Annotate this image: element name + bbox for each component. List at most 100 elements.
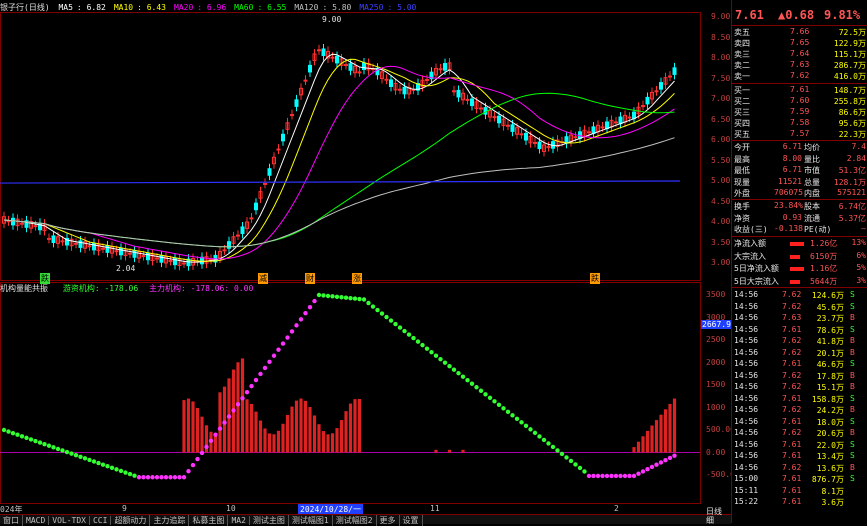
stat-label: 今开 [734, 143, 750, 152]
resonance-dot [82, 456, 88, 461]
tick-row[interactable]: 14:56 7.62 20.6万 B [732, 428, 867, 440]
price-tick: 4.00 [711, 217, 731, 226]
flow-pct: 13% [851, 238, 866, 247]
tick-row[interactable]: 14:56 7.61 22.0万 S [732, 440, 867, 452]
sub-chart-frame [0, 282, 701, 504]
indicator-tab[interactable]: 测试主图 [250, 515, 289, 526]
stat-row: 换手 23.84% 股本 6.74亿 [732, 201, 867, 213]
tick-row[interactable]: 14:56 7.61 18.0万 S [732, 417, 867, 429]
candle-body [398, 88, 402, 91]
level-price: 7.61 [790, 85, 810, 94]
candle-body [573, 136, 578, 139]
tick-row[interactable]: 14:56 7.62 24.2万 B [732, 405, 867, 417]
tick-row[interactable]: 14:56 7.61 13.4万 S [732, 451, 867, 463]
flow-bar [790, 267, 804, 271]
resonance-dot [375, 307, 380, 313]
tick-volume: 20.1万 [816, 348, 844, 358]
indicator-tab[interactable]: 主力追踪 [150, 515, 190, 526]
indicator-tab[interactable]: 测试幅图1 [289, 515, 333, 526]
ma-label: MA10 [113, 3, 134, 12]
indicator-tab[interactable]: VOL-TDX [49, 516, 90, 525]
indicator-tab[interactable]: 测试幅图2 [333, 515, 377, 526]
stat-value: -0.138 [774, 224, 803, 233]
indicator-tab[interactable]: MA2 [228, 516, 250, 525]
indicator-tab[interactable]: CCI [90, 516, 112, 525]
resonance-bar [357, 398, 362, 453]
level-volume: 416.0万 [833, 72, 866, 81]
candle-body [281, 133, 285, 142]
resonance-dot [145, 475, 151, 480]
tick-row[interactable]: 14:56 7.62 41.8万 B [732, 336, 867, 348]
tick-volume: 41.8万 [816, 337, 844, 346]
resonance-dot [429, 349, 434, 355]
tick-price: 7.61 [782, 497, 802, 506]
flow-label: 大宗流入 [734, 251, 766, 261]
resonance-bar [461, 449, 465, 453]
resonance-bar [672, 398, 677, 453]
candle-body [249, 217, 254, 220]
resonance-dot [519, 420, 524, 425]
level-volume: 95.6万 [838, 119, 866, 128]
ma-value: 6.55 [267, 3, 287, 12]
stat-value: 0.93 [782, 212, 802, 222]
resonance-dot [550, 444, 556, 450]
tick-volume: 24.2万 [816, 406, 844, 415]
indicator-tab[interactable]: 超额动力 [111, 515, 151, 526]
indicator-tab[interactable]: 设置 [400, 515, 423, 526]
tick-row[interactable]: 14:56 7.62 124.6万 S [732, 290, 867, 302]
resonance-dot [460, 374, 466, 379]
stat-label: 净资 [734, 213, 750, 223]
tick-row[interactable]: 15:22 7.61 3.6万 [732, 497, 867, 509]
resonance-bar [285, 414, 290, 453]
resonance-dot [321, 293, 326, 298]
tick-row[interactable]: 14:56 7.63 23.7万 B [732, 313, 867, 325]
tick-row[interactable]: 15:11 7.61 8.1万 [732, 486, 867, 498]
level-label: 卖二 [734, 61, 750, 70]
tick-row[interactable]: 14:56 7.61 46.6万 S [732, 359, 867, 371]
resonance-bar [218, 392, 222, 453]
tick-time: 14:56 [734, 313, 759, 322]
tick-volume: 876.7万 [811, 475, 844, 484]
resonance-dot [213, 432, 218, 437]
stat-label: 收益(三) [734, 225, 768, 234]
stat-row: 今开 6.71 均价 7.4 [732, 142, 867, 154]
resonance-dot [6, 429, 11, 434]
tick-row[interactable]: 15:00 7.61 876.7万 S [732, 474, 867, 486]
candle-body [321, 48, 326, 57]
candle-body [294, 99, 299, 107]
resonance-dot [69, 451, 74, 456]
candle-body [101, 247, 105, 250]
resonance-dot [501, 406, 506, 411]
resonance-dot [186, 468, 191, 474]
resonance-bar [344, 411, 348, 453]
resonance-dot [487, 395, 493, 400]
high-price-label: 9.00 [322, 15, 342, 24]
flow-label: 5日净流入额 [734, 264, 779, 273]
indicator-tab[interactable]: 窗口 [0, 515, 23, 526]
ma-legend: MA5: 6.82 MA10: 6.43 MA20: 6.96 MA60: 6.55 M… [58, 3, 424, 12]
candle-body [11, 217, 15, 226]
candle-body [303, 79, 308, 82]
tick-row[interactable]: 14:56 7.62 15.1万 B [732, 382, 867, 394]
resonance-dot [199, 450, 205, 456]
tick-row[interactable]: 14:56 7.62 17.8万 B [732, 371, 867, 383]
resonance-dot [343, 295, 349, 300]
tick-row[interactable]: 14:56 7.61 78.6万 S [732, 325, 867, 337]
resonance-bar [668, 403, 672, 453]
resonance-bar [330, 433, 335, 453]
ma-label: MA20 [174, 3, 194, 12]
tick-row[interactable]: 14:56 7.62 13.6万 B [732, 463, 867, 475]
footer-right[interactable]: 细 [706, 515, 714, 526]
chart-canvas[interactable] [0, 0, 731, 514]
indicator-tab[interactable]: 私募主图 [189, 515, 229, 526]
tick-row[interactable]: 14:56 7.62 20.1万 B [732, 348, 867, 360]
indicator-tab[interactable]: 更多 [377, 515, 400, 526]
resonance-dot [91, 459, 97, 464]
tick-row[interactable]: 14:56 7.62 45.6万 S [732, 302, 867, 314]
indicator-tab[interactable]: MACD [23, 516, 50, 525]
tick-price: 7.61 [782, 393, 802, 403]
resonance-dot [388, 318, 394, 323]
price-tick: 6.00 [711, 135, 731, 144]
tick-time: 14:56 [734, 324, 759, 334]
tick-row[interactable]: 14:56 7.61 158.8万 S [732, 394, 867, 406]
